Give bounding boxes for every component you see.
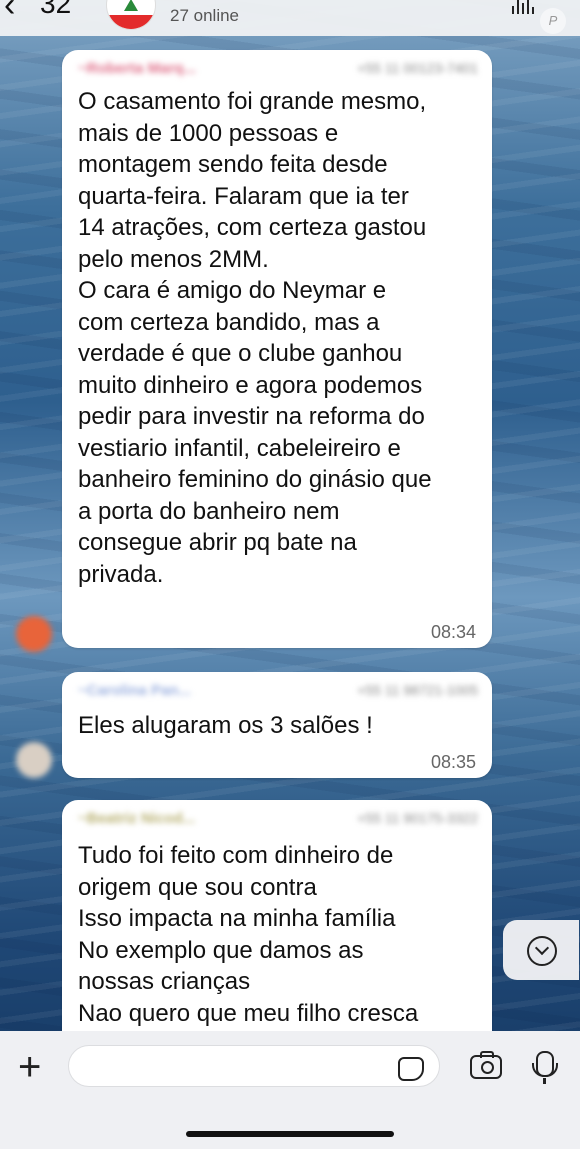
watermark-logo: P — [540, 8, 566, 34]
message-bubble[interactable]: ~Beatriz Nicod... +55 11 90175-3322 Tudo… — [62, 800, 492, 1060]
message-composer: + — [0, 1031, 580, 1149]
message-input[interactable] — [68, 1045, 440, 1087]
message-time: 08:35 — [430, 752, 476, 772]
message-time: 08:34 — [430, 622, 476, 642]
message-text: Tudo foi feito com dinheiro de origem qu… — [78, 842, 419, 1027]
message-bubble[interactable]: ~Roberta Marq... +55 11 00123-7401 O cas… — [62, 50, 492, 648]
chevron-left-icon[interactable]: ‹ — [4, 0, 15, 22]
microphone-stand — [543, 1078, 546, 1084]
message-text: O casamento foi grande mesmo, mais de 10… — [78, 88, 432, 588]
sender-row: ~Beatriz Nicod... +55 11 90175-3322 — [78, 810, 478, 830]
message-text: Eles alugaram os 3 salões ! — [78, 712, 373, 739]
sender-name[interactable]: ~Carolina Pan... — [78, 682, 191, 699]
message-bubble[interactable]: ~Carolina Pan... +55 11 98721-1005 Eles … — [62, 672, 492, 778]
sender-phone: +55 11 90175-3322 — [357, 810, 478, 826]
scroll-to-bottom-button[interactable] — [503, 920, 579, 980]
home-indicator[interactable] — [186, 1131, 394, 1137]
sender-name[interactable]: ~Beatriz Nicod... — [78, 810, 195, 827]
group-avatar[interactable] — [106, 0, 156, 30]
sender-name[interactable]: ~Roberta Marq... — [78, 60, 196, 77]
voice-chat-icon[interactable] — [512, 0, 540, 14]
back-unread-count[interactable]: 32 — [40, 0, 71, 20]
sender-avatar[interactable] — [16, 616, 52, 652]
microphone-icon[interactable] — [532, 1051, 558, 1077]
sender-phone: +55 11 00123-7401 — [357, 60, 478, 76]
sender-avatar[interactable] — [16, 742, 52, 778]
sender-phone: +55 11 98721-1005 — [357, 682, 478, 698]
group-online-count[interactable]: 27 online — [170, 6, 239, 26]
sticker-icon[interactable] — [398, 1057, 424, 1081]
plus-icon[interactable]: + — [18, 1045, 41, 1089]
sender-row: ~Roberta Marq... +55 11 00123-7401 — [78, 60, 478, 80]
chat-header: ‹ 32 27 online P — [0, 0, 580, 36]
sender-row: ~Carolina Pan... +55 11 98721-1005 — [78, 682, 478, 702]
chevron-down-circle-icon — [527, 936, 557, 966]
camera-icon[interactable] — [470, 1051, 502, 1079]
cedar-icon — [124, 0, 138, 11]
